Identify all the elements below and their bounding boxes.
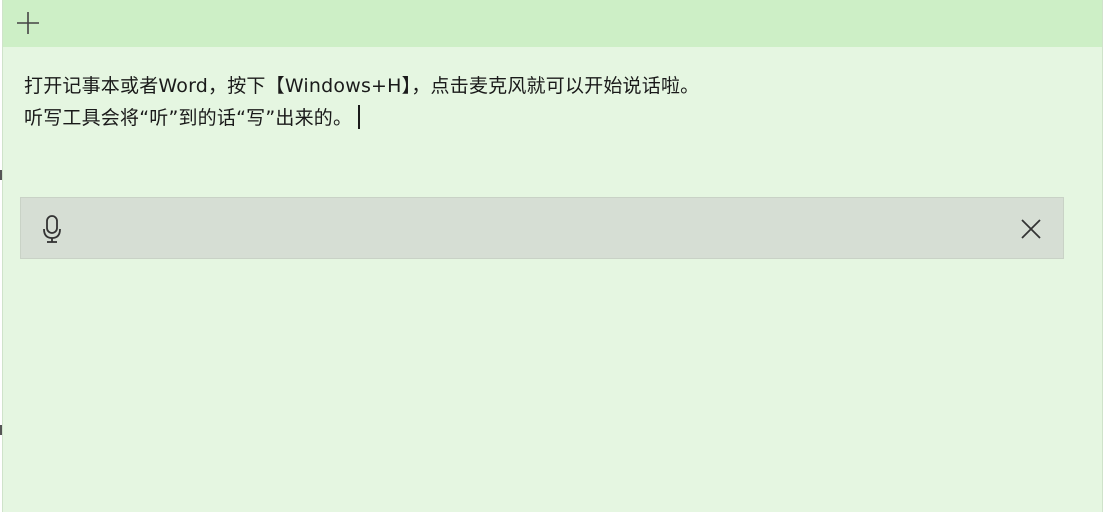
note-text-area[interactable]: 打开记事本或者Word，按下【Windows+H】，点击麦克风就可以开始说话啦。…	[24, 70, 1074, 134]
dictation-toolbar	[20, 197, 1064, 259]
note-line-2-text: 听写工具会将“听”到的话“写”出来的。	[24, 107, 353, 129]
close-icon	[1021, 219, 1041, 239]
note-line-2: 听写工具会将“听”到的话“写”出来的。	[24, 102, 1074, 134]
text-caret	[358, 105, 360, 129]
plus-icon	[17, 12, 39, 34]
add-note-button[interactable]	[13, 8, 43, 38]
microphone-button[interactable]	[39, 214, 65, 244]
sticky-note-window: 打开记事本或者Word，按下【Windows+H】，点击麦克风就可以开始说话啦。…	[2, 0, 1103, 512]
note-line-1: 打开记事本或者Word，按下【Windows+H】，点击麦克风就可以开始说话啦。	[24, 75, 700, 97]
microphone-icon	[43, 215, 61, 243]
close-dictation-button[interactable]	[1017, 215, 1045, 243]
note-titlebar	[3, 0, 1102, 47]
